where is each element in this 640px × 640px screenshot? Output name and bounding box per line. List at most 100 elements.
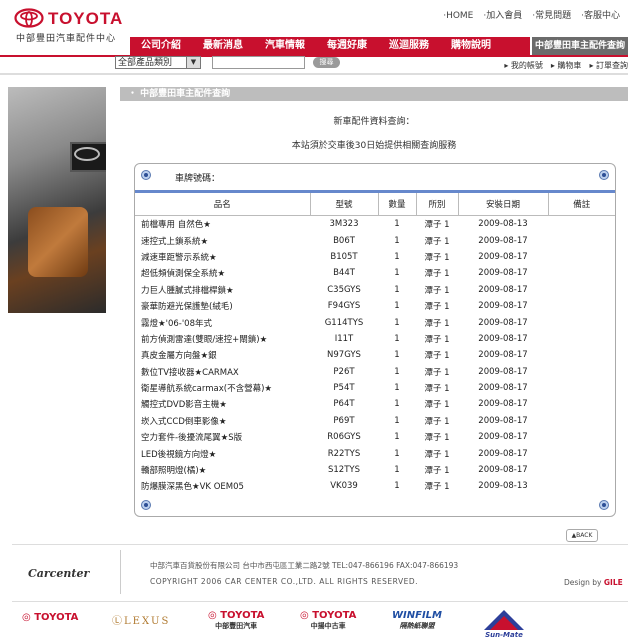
cell-branch: 潭子 1 (416, 232, 458, 249)
category-selected-value: 全部產品類別 (118, 58, 173, 68)
cell-qty: 1 (378, 347, 416, 364)
table-row: 轎部照明燈(橘)★ S12TYS 1 潭子 1 2009-08-17 (135, 461, 615, 479)
nav-item-shopping-guide[interactable]: 購物說明 (440, 37, 502, 55)
cell-model: P69T (310, 412, 378, 430)
brand-name: Sun-Mate (485, 631, 523, 639)
table-row: 前方偵測雷達(雙眼/速控+閘鎖)★ I11T 1 潭子 1 2009-08-17 (135, 330, 615, 348)
cart-link[interactable]: ▸ 購物車 (551, 61, 582, 70)
col-header-model: 型號 (310, 193, 379, 216)
cell-model: B06T (310, 232, 378, 249)
table-row: 減速車距警示系統★ B105T 1 潭子 1 2009-08-17 (135, 248, 615, 266)
cell-model: P54T (310, 379, 378, 397)
col-header-qty: 數量 (378, 193, 417, 216)
cell-name: 前方偵測雷達(雙眼/速控+閘鎖)★ (135, 330, 310, 348)
cell-name: 數位TV接收器★CARMAX (135, 363, 310, 380)
customer-service-link[interactable]: ‧客服中心 (581, 11, 620, 21)
cell-name: 減速車距警示系統★ (135, 248, 310, 266)
section-title: ‧ 中部豐田車主配件查詢 (120, 87, 628, 101)
cell-note (548, 396, 615, 413)
cell-name: 真皮金屬方向盤★銀 (135, 347, 310, 364)
cell-install-date: 2009-08-17 (458, 379, 548, 397)
table-row: 真皮金屬方向盤★銀 N97GYS 1 潭子 1 2009-08-17 (135, 347, 615, 364)
cell-note (548, 281, 615, 298)
brand-link-winfilm[interactable]: WINFILM 隔熱紙聯盟 (392, 610, 442, 631)
design-credit[interactable]: Design by GILE (564, 578, 623, 587)
brand-sub: 中揚中古車 (310, 622, 346, 630)
table-row: 前檔專用 自然色★ 3M323 1 潭子 1 2009-08-13 (135, 215, 615, 233)
col-header-install-date: 安裝日期 (458, 193, 549, 216)
cell-install-date: 2009-08-17 (458, 314, 548, 331)
nav-item-car-info[interactable]: 汽車情報 (254, 37, 316, 55)
nav-item-weekly-deals[interactable]: 每週好康 (316, 37, 378, 55)
nav-item-news[interactable]: 最新消息 (192, 37, 254, 55)
category-select[interactable]: 全部產品類別 ▼ (115, 56, 201, 69)
nav-item-owner-parts-query[interactable]: 中部豐田車主配件查詢 (532, 37, 628, 55)
cell-branch: 潭子 1 (416, 379, 458, 397)
panel-corner-dot-icon (141, 170, 151, 180)
brand-name: WINFILM (392, 610, 442, 621)
cell-install-date: 2009-08-17 (458, 412, 548, 430)
search-button[interactable]: 搜尋 (313, 57, 340, 68)
lexus-emblem-icon: Ⓛ (112, 616, 124, 627)
my-account-link[interactable]: ▸ 我的帳號 (504, 61, 543, 70)
cell-install-date: 2009-08-17 (458, 445, 548, 462)
cell-install-date: 2009-08-17 (458, 232, 548, 249)
cell-install-date: 2009-08-17 (458, 281, 548, 298)
cell-model: B105T (310, 248, 378, 266)
brand-link-sunmate[interactable]: Sun-Mate (480, 608, 528, 639)
panel-corner-dot-icon (599, 170, 609, 180)
cell-model: R06GYS (310, 429, 378, 446)
cell-qty: 1 (378, 412, 416, 430)
brand-subtitle: 中部豐田汽車配件中心 (16, 34, 117, 44)
cell-note (548, 297, 615, 315)
toyota-emblem-icon: ◎ (300, 610, 309, 621)
cell-qty: 1 (378, 215, 416, 233)
order-query-link[interactable]: ▸ 訂單查詢 (589, 61, 628, 70)
search-input[interactable] (212, 56, 305, 69)
brand-link-lexus[interactable]: ⓁLEXUS (112, 612, 170, 627)
cell-model: VK039 (310, 478, 378, 495)
main-nav: 公司介紹 最新消息 汽車情報 每週好康 巡迴服務 購物說明 (130, 37, 530, 55)
cell-name: 霧燈★'06-'08年式 (135, 314, 310, 331)
design-credit-name: GILE (603, 578, 623, 587)
cell-note (548, 314, 615, 331)
table-row: 超低頻偵測保全系統★ B44T 1 潭子 1 2009-08-17 (135, 265, 615, 282)
header-bottom-rule (0, 73, 628, 75)
cell-branch: 潭子 1 (416, 314, 458, 331)
brand-link-toyota-used[interactable]: ◎ TOYOTA 中揚中古車 (300, 610, 356, 631)
steering-emblem-icon (74, 147, 100, 161)
brand-name: TOYOTA (34, 612, 79, 623)
brand-link-toyota[interactable]: ◎ TOYOTA (22, 612, 78, 623)
cell-branch: 潭子 1 (416, 297, 458, 315)
faq-link[interactable]: ‧常見問題 (532, 11, 571, 21)
nav-item-service-tour[interactable]: 巡迴服務 (378, 37, 440, 55)
cell-model: B44T (310, 265, 378, 282)
cell-qty: 1 (378, 330, 416, 348)
panel-corner-dot-icon (599, 500, 609, 510)
cell-name: 防爆膜深黑色★VK OEM05 (135, 478, 310, 495)
nav-item-about[interactable]: 公司介紹 (130, 37, 192, 55)
cell-note (548, 363, 615, 380)
cell-name: 速控式上鎖系統★ (135, 232, 310, 249)
brand-link-toyota-central[interactable]: ◎ TOYOTA 中部豐田汽車 (208, 610, 264, 631)
cell-qty: 1 (378, 314, 416, 331)
cell-branch: 潭子 1 (416, 248, 458, 266)
cell-branch: 潭子 1 (416, 396, 458, 413)
back-button[interactable]: ▲BACK (566, 529, 598, 542)
cell-note (548, 232, 615, 249)
home-link[interactable]: ‧HOME (443, 11, 473, 21)
cell-name: 空力套件-後擾流尾翼★S版 (135, 429, 310, 446)
toyota-logo[interactable]: TOYOTA 中部豐田汽車配件中心 (14, 6, 122, 44)
cell-branch: 潭子 1 (416, 429, 458, 446)
cell-model: P64T (310, 396, 378, 413)
cell-name: LED後視鏡方向燈★ (135, 445, 310, 462)
cell-branch: 潭子 1 (416, 347, 458, 364)
car-interior-image (8, 87, 106, 313)
cell-branch: 潭子 1 (416, 215, 458, 233)
wood-trim (28, 207, 88, 277)
cell-model: R22TYS (310, 445, 378, 462)
cell-note (548, 248, 615, 266)
copyright: COPYRIGHT 2006 CAR CENTER CO.,LTD. ALL R… (150, 577, 418, 586)
join-member-link[interactable]: ‧加入會員 (483, 11, 522, 21)
company-address: 中部汽車百貨股份有限公司 台中市西屯區工業二路2號 TEL:047-866196… (150, 561, 459, 570)
